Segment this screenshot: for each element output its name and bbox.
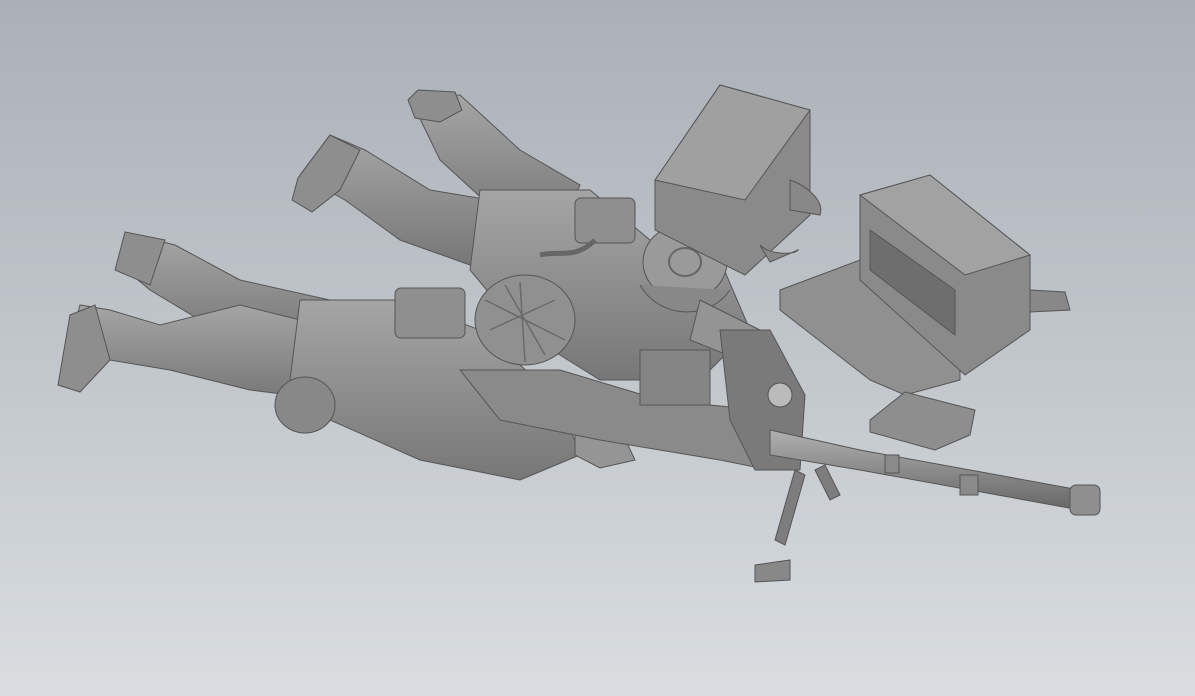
bipod — [754, 464, 841, 583]
render-viewport — [0, 0, 1195, 696]
model-render — [57, 84, 1101, 583]
ammo-crate-open — [779, 174, 1071, 396]
anti-tank-rifle — [458, 329, 1101, 516]
magazine — [869, 391, 976, 451]
